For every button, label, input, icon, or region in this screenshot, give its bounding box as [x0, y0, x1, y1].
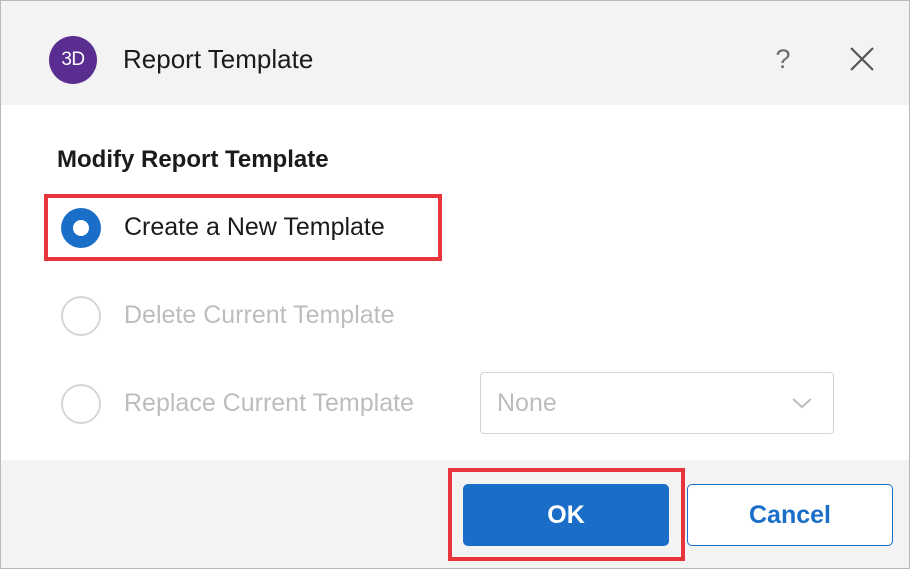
radio-label-replace-current: Replace Current Template: [124, 389, 414, 417]
radio-unchecked-icon: [61, 384, 101, 424]
radio-unchecked-icon: [61, 296, 101, 336]
title-bar: 3D Report Template ?: [1, 1, 909, 105]
close-icon: [850, 47, 874, 71]
radio-label-create-new: Create a New Template: [124, 213, 385, 241]
close-button[interactable]: [846, 43, 878, 75]
radio-label-delete-current: Delete Current Template: [124, 301, 395, 329]
section-heading: Modify Report Template: [57, 146, 329, 173]
dialog-title: Report Template: [123, 44, 314, 74]
radio-replace-current-template: Replace Current Template: [61, 384, 451, 428]
help-button[interactable]: ?: [767, 41, 799, 77]
template-select: None: [480, 372, 834, 434]
cancel-button[interactable]: Cancel: [687, 484, 893, 546]
radio-create-new-template[interactable]: Create a New Template: [61, 208, 441, 252]
radio-checked-icon: [61, 208, 101, 248]
app-logo: 3D: [49, 36, 97, 84]
radio-delete-current-template: Delete Current Template: [61, 296, 441, 340]
chevron-down-icon: [792, 398, 812, 409]
ok-button[interactable]: OK: [463, 484, 669, 546]
template-select-value: None: [497, 389, 557, 417]
report-template-dialog: 3D Report Template ? Modify Report Templ…: [0, 0, 910, 569]
